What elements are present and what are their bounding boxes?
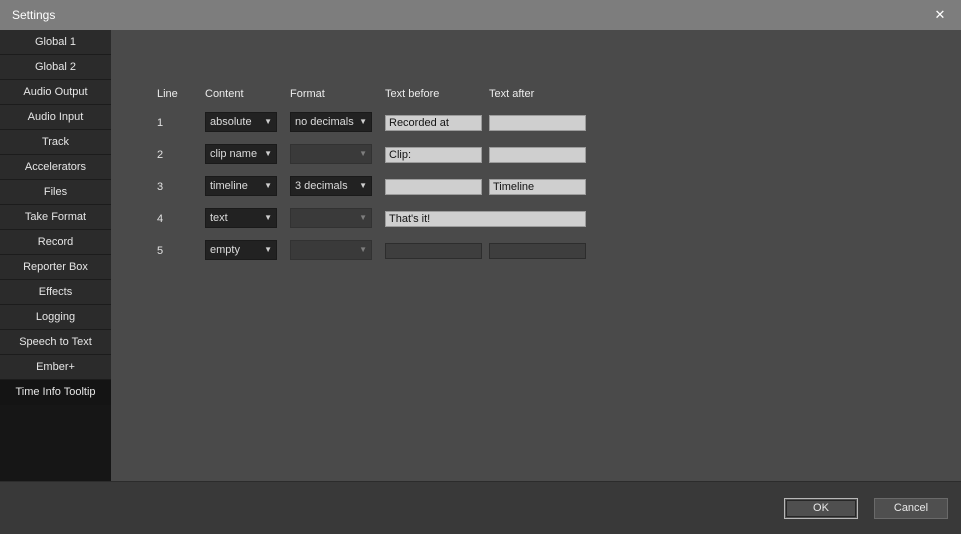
content-dropdown[interactable]: text ▼ (205, 208, 277, 228)
titlebar: Settings ✕ (0, 0, 961, 30)
table-row: 1 absolute ▼ no decimals ▼ (157, 112, 961, 132)
table-row: 2 clip name ▼ ▼ (157, 144, 961, 164)
dropdown-value: no decimals (295, 116, 354, 128)
text-before-input[interactable] (385, 115, 482, 131)
settings-window: Settings ✕ Global 1 Global 2 Audio Outpu… (0, 0, 961, 534)
header-text-before: Text before (385, 88, 439, 100)
line-number: 3 (157, 181, 163, 193)
table-row: 4 text ▼ ▼ (157, 208, 961, 228)
sidebar-item-take-format[interactable]: Take Format (0, 205, 111, 230)
sidebar-item-audio-output[interactable]: Audio Output (0, 80, 111, 105)
dropdown-value: 3 decimals (295, 180, 348, 192)
text-after-input[interactable] (489, 115, 586, 131)
chevron-down-icon: ▼ (359, 150, 367, 158)
format-dropdown: ▼ (290, 144, 372, 164)
sidebar-item-audio-input[interactable]: Audio Input (0, 105, 111, 130)
dropdown-value: timeline (210, 180, 248, 192)
chevron-down-icon: ▼ (264, 246, 272, 254)
sidebar-item-ember-plus[interactable]: Ember+ (0, 355, 111, 380)
chevron-down-icon: ▼ (359, 182, 367, 190)
text-before-input[interactable] (385, 179, 482, 195)
window-body: Global 1 Global 2 Audio Output Audio Inp… (0, 30, 961, 481)
sidebar-item-accelerators[interactable]: Accelerators (0, 155, 111, 180)
format-dropdown[interactable]: 3 decimals ▼ (290, 176, 372, 196)
chevron-down-icon: ▼ (359, 214, 367, 222)
chevron-down-icon: ▼ (359, 118, 367, 126)
dropdown-value: empty (210, 244, 240, 256)
table-row: 3 timeline ▼ 3 decimals ▼ (157, 176, 961, 196)
cancel-button[interactable]: Cancel (874, 498, 948, 519)
format-dropdown: ▼ (290, 208, 372, 228)
window-title: Settings (12, 8, 55, 22)
sidebar-item-effects[interactable]: Effects (0, 280, 111, 305)
text-before-input[interactable] (385, 147, 482, 163)
line-number: 2 (157, 149, 163, 161)
sidebar: Global 1 Global 2 Audio Output Audio Inp… (0, 30, 111, 481)
format-dropdown: ▼ (290, 240, 372, 260)
text-after-input (489, 243, 586, 259)
ok-button[interactable]: OK (784, 498, 858, 519)
chevron-down-icon: ▼ (264, 118, 272, 126)
chevron-down-icon: ▼ (264, 182, 272, 190)
header-text-after: Text after (489, 88, 534, 100)
text-wide-input[interactable] (385, 211, 586, 227)
chevron-down-icon: ▼ (264, 214, 272, 222)
sidebar-item-reporter-box[interactable]: Reporter Box (0, 255, 111, 280)
sidebar-item-global-1[interactable]: Global 1 (0, 30, 111, 55)
text-before-input (385, 243, 482, 259)
header-format: Format (290, 88, 325, 100)
line-number: 5 (157, 245, 163, 257)
chevron-down-icon: ▼ (359, 246, 367, 254)
content-dropdown[interactable]: absolute ▼ (205, 112, 277, 132)
dropdown-value: absolute (210, 116, 252, 128)
dropdown-value: text (210, 212, 228, 224)
line-number: 1 (157, 117, 163, 129)
text-after-input[interactable] (489, 179, 586, 195)
main-panel: Line Content Format Text before Text aft… (111, 30, 961, 481)
sidebar-item-record[interactable]: Record (0, 230, 111, 255)
footer: OK Cancel (0, 481, 961, 534)
text-after-input[interactable] (489, 147, 586, 163)
format-dropdown[interactable]: no decimals ▼ (290, 112, 372, 132)
table-header-row: Line Content Format Text before Text aft… (157, 84, 961, 102)
content-dropdown[interactable]: timeline ▼ (205, 176, 277, 196)
sidebar-item-files[interactable]: Files (0, 180, 111, 205)
line-number: 4 (157, 213, 163, 225)
close-icon[interactable]: ✕ (919, 0, 961, 30)
table-row: 5 empty ▼ ▼ (157, 240, 961, 260)
sidebar-item-track[interactable]: Track (0, 130, 111, 155)
sidebar-item-speech-to-text[interactable]: Speech to Text (0, 330, 111, 355)
sidebar-item-global-2[interactable]: Global 2 (0, 55, 111, 80)
sidebar-item-time-info-tooltip[interactable]: Time Info Tooltip (0, 380, 111, 405)
content-dropdown[interactable]: empty ▼ (205, 240, 277, 260)
chevron-down-icon: ▼ (264, 150, 272, 158)
content-dropdown[interactable]: clip name ▼ (205, 144, 277, 164)
sidebar-item-logging[interactable]: Logging (0, 305, 111, 330)
header-content: Content (205, 88, 244, 100)
dropdown-value: clip name (210, 148, 257, 160)
header-line: Line (157, 88, 178, 100)
